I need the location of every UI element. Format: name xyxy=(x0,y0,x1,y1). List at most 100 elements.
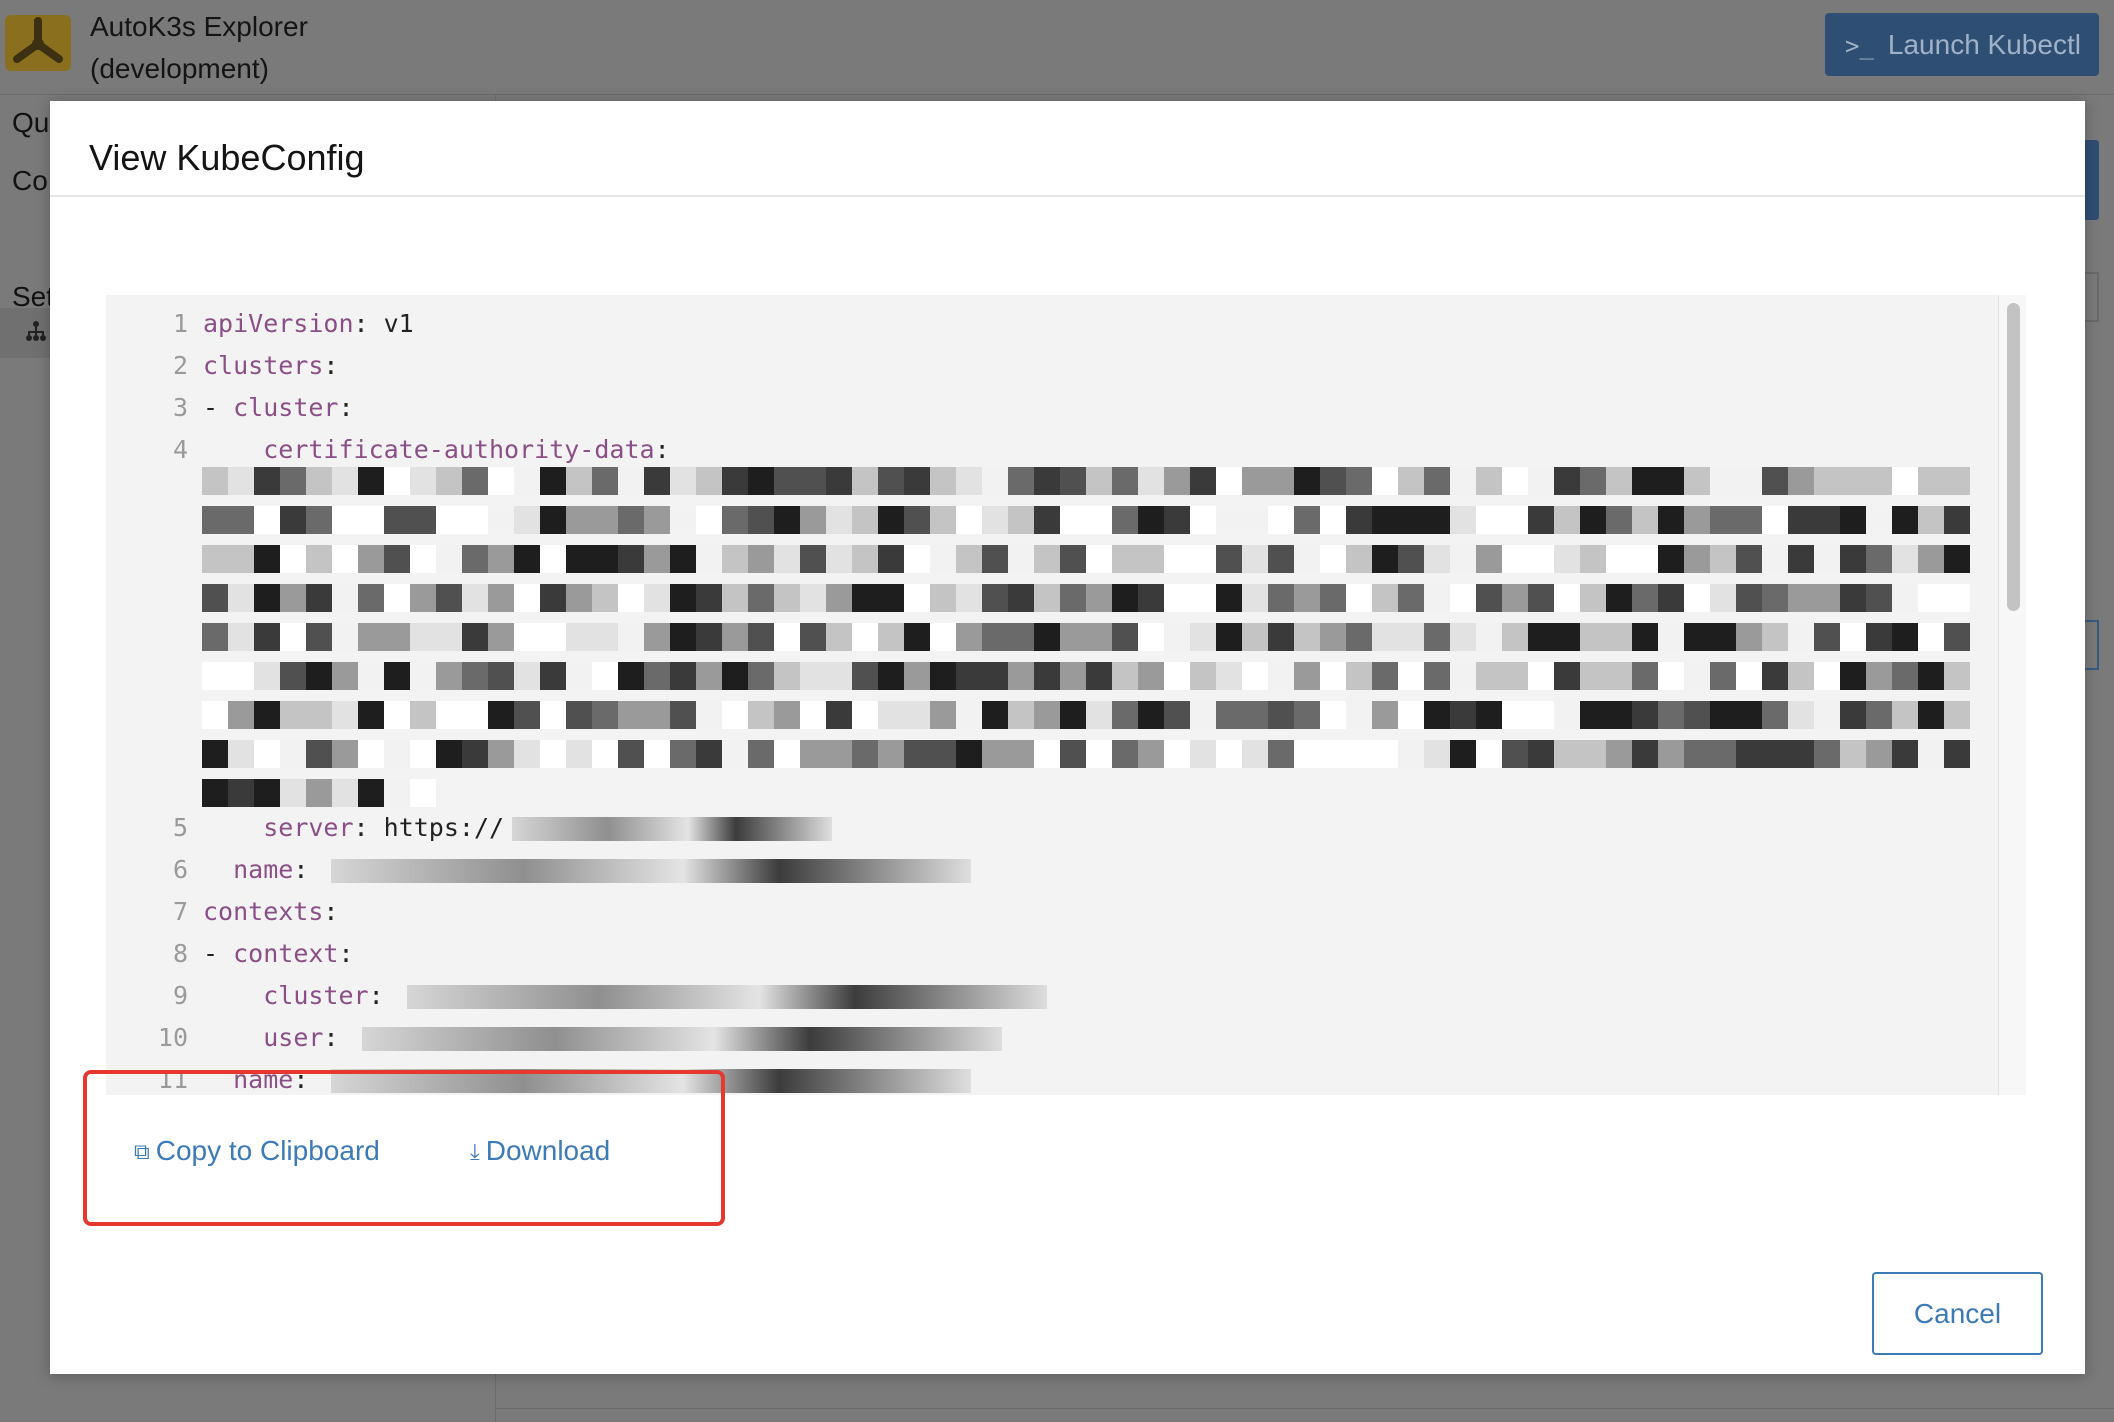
redaction-pixel xyxy=(878,545,904,573)
redaction-pixel xyxy=(956,662,982,690)
kubeconfig-code-editor[interactable]: 1 apiVersion: v1 2 clusters: 3- cluster: 4 ce… xyxy=(106,295,2026,1095)
modal-header: View KubeConfig xyxy=(50,101,2085,197)
redaction-pixel xyxy=(1164,584,1190,612)
editor-scrollbar[interactable] xyxy=(1998,295,2026,1095)
redaction-pixel xyxy=(826,584,852,612)
redaction-pixel xyxy=(1216,506,1242,534)
redaction-pixel xyxy=(1580,701,1606,729)
redaction-pixel xyxy=(1658,623,1684,651)
download-label: Download xyxy=(485,1135,611,1166)
redaction-pixel xyxy=(618,701,644,729)
launch-kubectl-button[interactable]: >_ Launch Kubectl xyxy=(1825,13,2099,76)
redaction-pixel xyxy=(670,545,696,573)
redaction-pixel xyxy=(254,545,280,573)
redaction-pixel xyxy=(1476,545,1502,573)
code-text: name: xyxy=(203,849,972,891)
redaction-pixel xyxy=(358,584,384,612)
redaction-pixel xyxy=(1294,623,1320,651)
code-line: 4 certificate-authority-data: xyxy=(106,429,1986,471)
redaction-pixel xyxy=(696,623,722,651)
redaction-pixel xyxy=(644,701,670,729)
line-number: 5 xyxy=(172,813,188,842)
redaction-pixel xyxy=(384,584,410,612)
yaml-separator: : xyxy=(368,981,399,1010)
cluster-tree-icon[interactable] xyxy=(26,318,46,349)
cancel-button[interactable]: Cancel xyxy=(1872,1272,2043,1355)
nav-item-quick[interactable]: Qu xyxy=(12,107,49,139)
line-number: 9 xyxy=(172,981,188,1010)
redaction-pixel xyxy=(1684,584,1710,612)
redaction-pixel xyxy=(228,662,254,690)
code-line: 6 name: xyxy=(106,849,1986,891)
redaction-pixel xyxy=(748,584,774,612)
code-line: 2 clusters: xyxy=(106,345,1986,387)
redaction-pixel xyxy=(1840,545,1866,573)
redaction-pixel xyxy=(1476,467,1502,495)
redaction-pixel xyxy=(1320,701,1346,729)
redaction-pixel xyxy=(1242,623,1268,651)
redaction-pixel xyxy=(410,779,436,807)
redaction-pixel xyxy=(826,740,852,768)
nav-item-cluster[interactable]: Co xyxy=(12,165,48,197)
redaction-pixel xyxy=(462,740,488,768)
redaction-pixel xyxy=(1398,701,1424,729)
redaction-pixel xyxy=(1944,467,1970,495)
nav-item-settings[interactable]: Set xyxy=(12,281,54,313)
redaction-pixel xyxy=(306,584,332,612)
redaction-pixel xyxy=(1606,506,1632,534)
redaction-pixel xyxy=(774,584,800,612)
redaction-pixel xyxy=(1632,584,1658,612)
redaction-pixel xyxy=(488,662,514,690)
download-button[interactable]: ⤓ Download xyxy=(470,1135,610,1167)
redaction-pixel xyxy=(202,623,228,651)
redaction-pixel xyxy=(1086,662,1112,690)
redaction-pixel xyxy=(956,467,982,495)
redaction-pixel xyxy=(852,584,878,612)
redaction-pixel xyxy=(748,701,774,729)
redaction-pixel xyxy=(1580,740,1606,768)
redaction-pixel xyxy=(384,623,410,651)
yaml-key: cluster xyxy=(263,981,369,1010)
redaction-pixel xyxy=(202,779,228,807)
redaction-pixel xyxy=(436,740,462,768)
redaction-pixel xyxy=(332,740,358,768)
redaction-pixel xyxy=(306,740,332,768)
redaction-pixel xyxy=(1216,545,1242,573)
redaction-pixel xyxy=(228,545,254,573)
code-text: clusters: xyxy=(203,345,338,387)
redaction-pixel xyxy=(1346,584,1372,612)
redaction-pixel xyxy=(306,779,332,807)
yaml-separator: : xyxy=(323,1023,354,1052)
redaction-pixel xyxy=(1320,740,1346,768)
redaction-pixel xyxy=(410,662,436,690)
yaml-key: server xyxy=(263,813,354,842)
redaction-pixel xyxy=(800,584,826,612)
redaction-pixel xyxy=(254,506,280,534)
redaction-pixel xyxy=(1008,467,1034,495)
scrollbar-thumb[interactable] xyxy=(2007,303,2020,611)
redaction-pixel xyxy=(1502,506,1528,534)
redaction-pixel xyxy=(566,584,592,612)
code-line: 3- cluster: xyxy=(106,387,1986,429)
redaction-pixel xyxy=(254,662,280,690)
redaction-pixel xyxy=(1710,584,1736,612)
redaction-pixel xyxy=(1892,623,1918,651)
redaction-pixel xyxy=(358,623,384,651)
redaction-pixel xyxy=(1216,623,1242,651)
redaction-pixel xyxy=(1788,701,1814,729)
redaction-pixel xyxy=(540,467,566,495)
redaction-pixel xyxy=(280,740,306,768)
redaction-pixel xyxy=(644,623,670,651)
redaction-pixel xyxy=(1736,467,1762,495)
redaction-pixel xyxy=(1866,506,1892,534)
redaction-pixel xyxy=(1086,506,1112,534)
redaction-pixel xyxy=(1112,740,1138,768)
redaction-pixel xyxy=(1060,584,1086,612)
redaction-pixel xyxy=(1372,662,1398,690)
redaction-pixel xyxy=(1710,662,1736,690)
copy-to-clipboard-button[interactable]: ⧉ Copy to Clipboard xyxy=(134,1135,380,1167)
redaction-pixel xyxy=(670,506,696,534)
redaction-pixel xyxy=(1320,662,1346,690)
